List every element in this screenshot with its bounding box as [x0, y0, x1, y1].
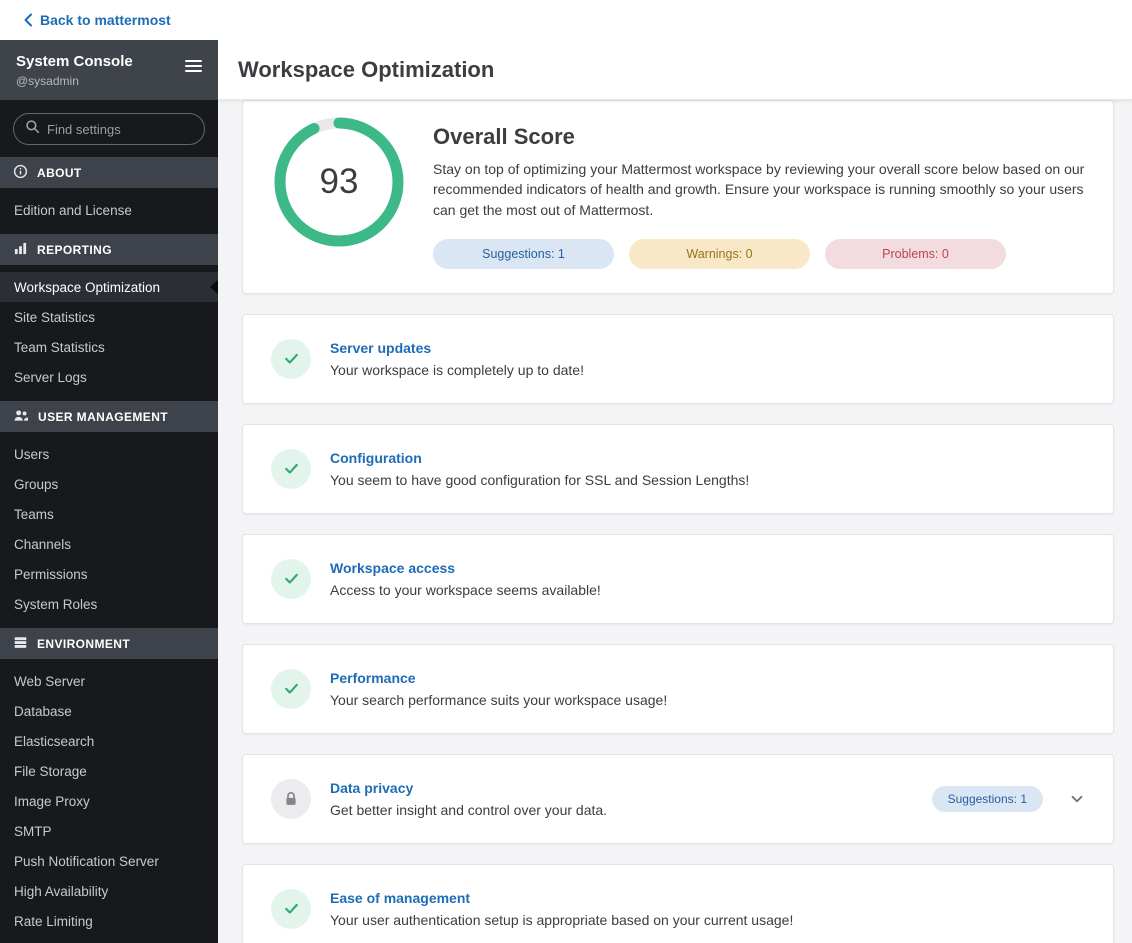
- check-circle-icon: [271, 888, 311, 929]
- sidebar: System Console @sysadmin ABOUT Edition a…: [0, 40, 218, 943]
- sidebar-header-text: System Console @sysadmin: [16, 51, 133, 88]
- users-icon: [13, 408, 29, 426]
- sidebar-item-users[interactable]: Users: [0, 439, 218, 469]
- check-circle-icon: [271, 338, 311, 379]
- card-performance: Performance Your search performance suit…: [242, 643, 1114, 734]
- card-description: Get better insight and control over your…: [330, 801, 608, 818]
- card-description: Access to your workspace seems available…: [330, 581, 601, 598]
- section-label: USER MANAGEMENT: [38, 409, 169, 424]
- sidebar-item-site-statistics[interactable]: Site Statistics: [0, 302, 218, 332]
- score-chip-row: Suggestions: 1 Warnings: 0 Problems: 0: [433, 238, 1085, 269]
- server-rack-icon: [13, 635, 28, 653]
- card-configuration: Configuration You seem to have good conf…: [242, 423, 1114, 514]
- sidebar-item-smtp[interactable]: SMTP: [0, 816, 218, 846]
- page: Back to mattermost System Console @sysad…: [0, 0, 1132, 943]
- problems-chip: Problems: 0: [825, 238, 1006, 269]
- warnings-chip: Warnings: 0: [629, 238, 810, 269]
- main-header: Workspace Optimization: [218, 40, 1132, 100]
- lock-icon: [271, 778, 311, 819]
- card-title-link[interactable]: Data privacy: [330, 780, 913, 796]
- sidebar-item-push-notification-server[interactable]: Push Notification Server: [0, 846, 218, 876]
- card-title-link[interactable]: Configuration: [330, 450, 1089, 466]
- search-input[interactable]: [47, 121, 193, 137]
- sidebar-section-environment[interactable]: ENVIRONMENT: [0, 628, 218, 659]
- sidebar-item-high-availability[interactable]: High Availability: [0, 876, 218, 906]
- main: Workspace Optimization 93 Overall Score …: [218, 40, 1132, 943]
- settings-search[interactable]: [13, 113, 205, 145]
- check-circle-icon: [271, 668, 311, 709]
- card-title-link[interactable]: Workspace access: [330, 560, 1089, 576]
- section-items-environment: Web Server Database Elasticsearch File S…: [0, 659, 218, 943]
- card-text: Configuration You seem to have good conf…: [330, 450, 1089, 488]
- card-right-controls: Suggestions: 1: [931, 785, 1089, 812]
- back-link[interactable]: Back to mattermost: [23, 12, 171, 28]
- check-circle-icon: [271, 558, 311, 599]
- card-workspace-access: Workspace access Access to your workspac…: [242, 533, 1114, 624]
- current-user-handle: @sysadmin: [16, 74, 79, 88]
- sidebar-item-web-server[interactable]: Web Server: [0, 666, 218, 696]
- chevron-left-icon: [23, 13, 33, 27]
- sidebar-item-rate-limiting[interactable]: Rate Limiting: [0, 906, 218, 936]
- card-text: Server updates Your workspace is complet…: [330, 340, 1089, 378]
- section-items-user-management: Users Groups Teams Channels Permissions …: [0, 432, 218, 628]
- chevron-down-icon[interactable]: [1069, 791, 1085, 807]
- card-description: Your user authentication setup is approp…: [330, 911, 794, 928]
- card-text: Data privacy Get better insight and cont…: [330, 780, 913, 818]
- section-label: REPORTING: [37, 242, 112, 257]
- sidebar-item-workspace-optimization[interactable]: Workspace Optimization: [0, 272, 218, 302]
- suggestions-badge: Suggestions: 1: [931, 785, 1043, 812]
- overall-score-title: Overall Score: [433, 124, 575, 149]
- sidebar-item-permissions[interactable]: Permissions: [0, 559, 218, 589]
- bar-chart-icon: [13, 241, 28, 259]
- content[interactable]: 93 Overall Score Stay on top of optimizi…: [218, 100, 1132, 943]
- sidebar-item-groups[interactable]: Groups: [0, 469, 218, 499]
- overall-score-value: 93: [319, 162, 359, 201]
- card-description: Your search performance suits your works…: [330, 691, 668, 708]
- sidebar-item-system-roles[interactable]: System Roles: [0, 589, 218, 619]
- section-items-about: Edition and License: [0, 188, 218, 234]
- card-text: Workspace access Access to your workspac…: [330, 560, 1089, 598]
- card-description: You seem to have good configuration for …: [330, 471, 750, 488]
- sidebar-item-file-storage[interactable]: File Storage: [0, 756, 218, 786]
- sidebar-item-server-logs[interactable]: Server Logs: [0, 362, 218, 392]
- sidebar-item-database[interactable]: Database: [0, 696, 218, 726]
- section-label: ABOUT: [37, 165, 82, 180]
- overall-score-description: Stay on top of optimizing your Mattermos…: [433, 161, 1085, 218]
- sidebar-item-edition-and-license[interactable]: Edition and License: [0, 195, 218, 225]
- suggestions-chip: Suggestions: 1: [433, 238, 614, 269]
- sidebar-item-teams[interactable]: Teams: [0, 499, 218, 529]
- sidebar-nav: ABOUT Edition and License REPORTING Work…: [0, 157, 218, 943]
- score-ring: 93: [271, 114, 407, 250]
- section-items-reporting: Workspace Optimization Site Statistics T…: [0, 265, 218, 401]
- overall-score-card: 93 Overall Score Stay on top of optimizi…: [242, 100, 1114, 294]
- overall-score-body: Overall Score Stay on top of optimizing …: [433, 112, 1085, 269]
- info-icon: [13, 164, 28, 182]
- card-title-link[interactable]: Ease of management: [330, 890, 1089, 906]
- sidebar-item-elasticsearch[interactable]: Elasticsearch: [0, 726, 218, 756]
- shell: System Console @sysadmin ABOUT Edition a…: [0, 40, 1132, 943]
- sidebar-item-channels[interactable]: Channels: [0, 529, 218, 559]
- section-label: ENVIRONMENT: [37, 636, 131, 651]
- check-circle-icon: [271, 448, 311, 489]
- card-description: Your workspace is completely up to date!: [330, 361, 584, 378]
- sidebar-section-reporting[interactable]: REPORTING: [0, 234, 218, 265]
- card-data-privacy[interactable]: Data privacy Get better insight and cont…: [242, 753, 1114, 844]
- card-server-updates: Server updates Your workspace is complet…: [242, 313, 1114, 404]
- card-title-link[interactable]: Performance: [330, 670, 1089, 686]
- search-icon: [25, 119, 40, 139]
- sidebar-item-team-statistics[interactable]: Team Statistics: [0, 332, 218, 362]
- back-link-label: Back to mattermost: [40, 12, 171, 28]
- sidebar-header: System Console @sysadmin: [0, 40, 218, 100]
- top-bar: Back to mattermost: [0, 0, 1132, 40]
- system-console-title: System Console: [16, 53, 133, 70]
- menu-icon[interactable]: [185, 57, 202, 75]
- sidebar-section-user-management[interactable]: USER MANAGEMENT: [0, 401, 218, 432]
- card-text: Performance Your search performance suit…: [330, 670, 1089, 708]
- sidebar-item-image-proxy[interactable]: Image Proxy: [0, 786, 218, 816]
- card-title-link[interactable]: Server updates: [330, 340, 1089, 356]
- sidebar-section-about[interactable]: ABOUT: [0, 157, 218, 188]
- card-ease-of-management: Ease of management Your user authenticat…: [242, 863, 1114, 943]
- page-title: Workspace Optimization: [238, 56, 495, 82]
- card-text: Ease of management Your user authenticat…: [330, 890, 1089, 928]
